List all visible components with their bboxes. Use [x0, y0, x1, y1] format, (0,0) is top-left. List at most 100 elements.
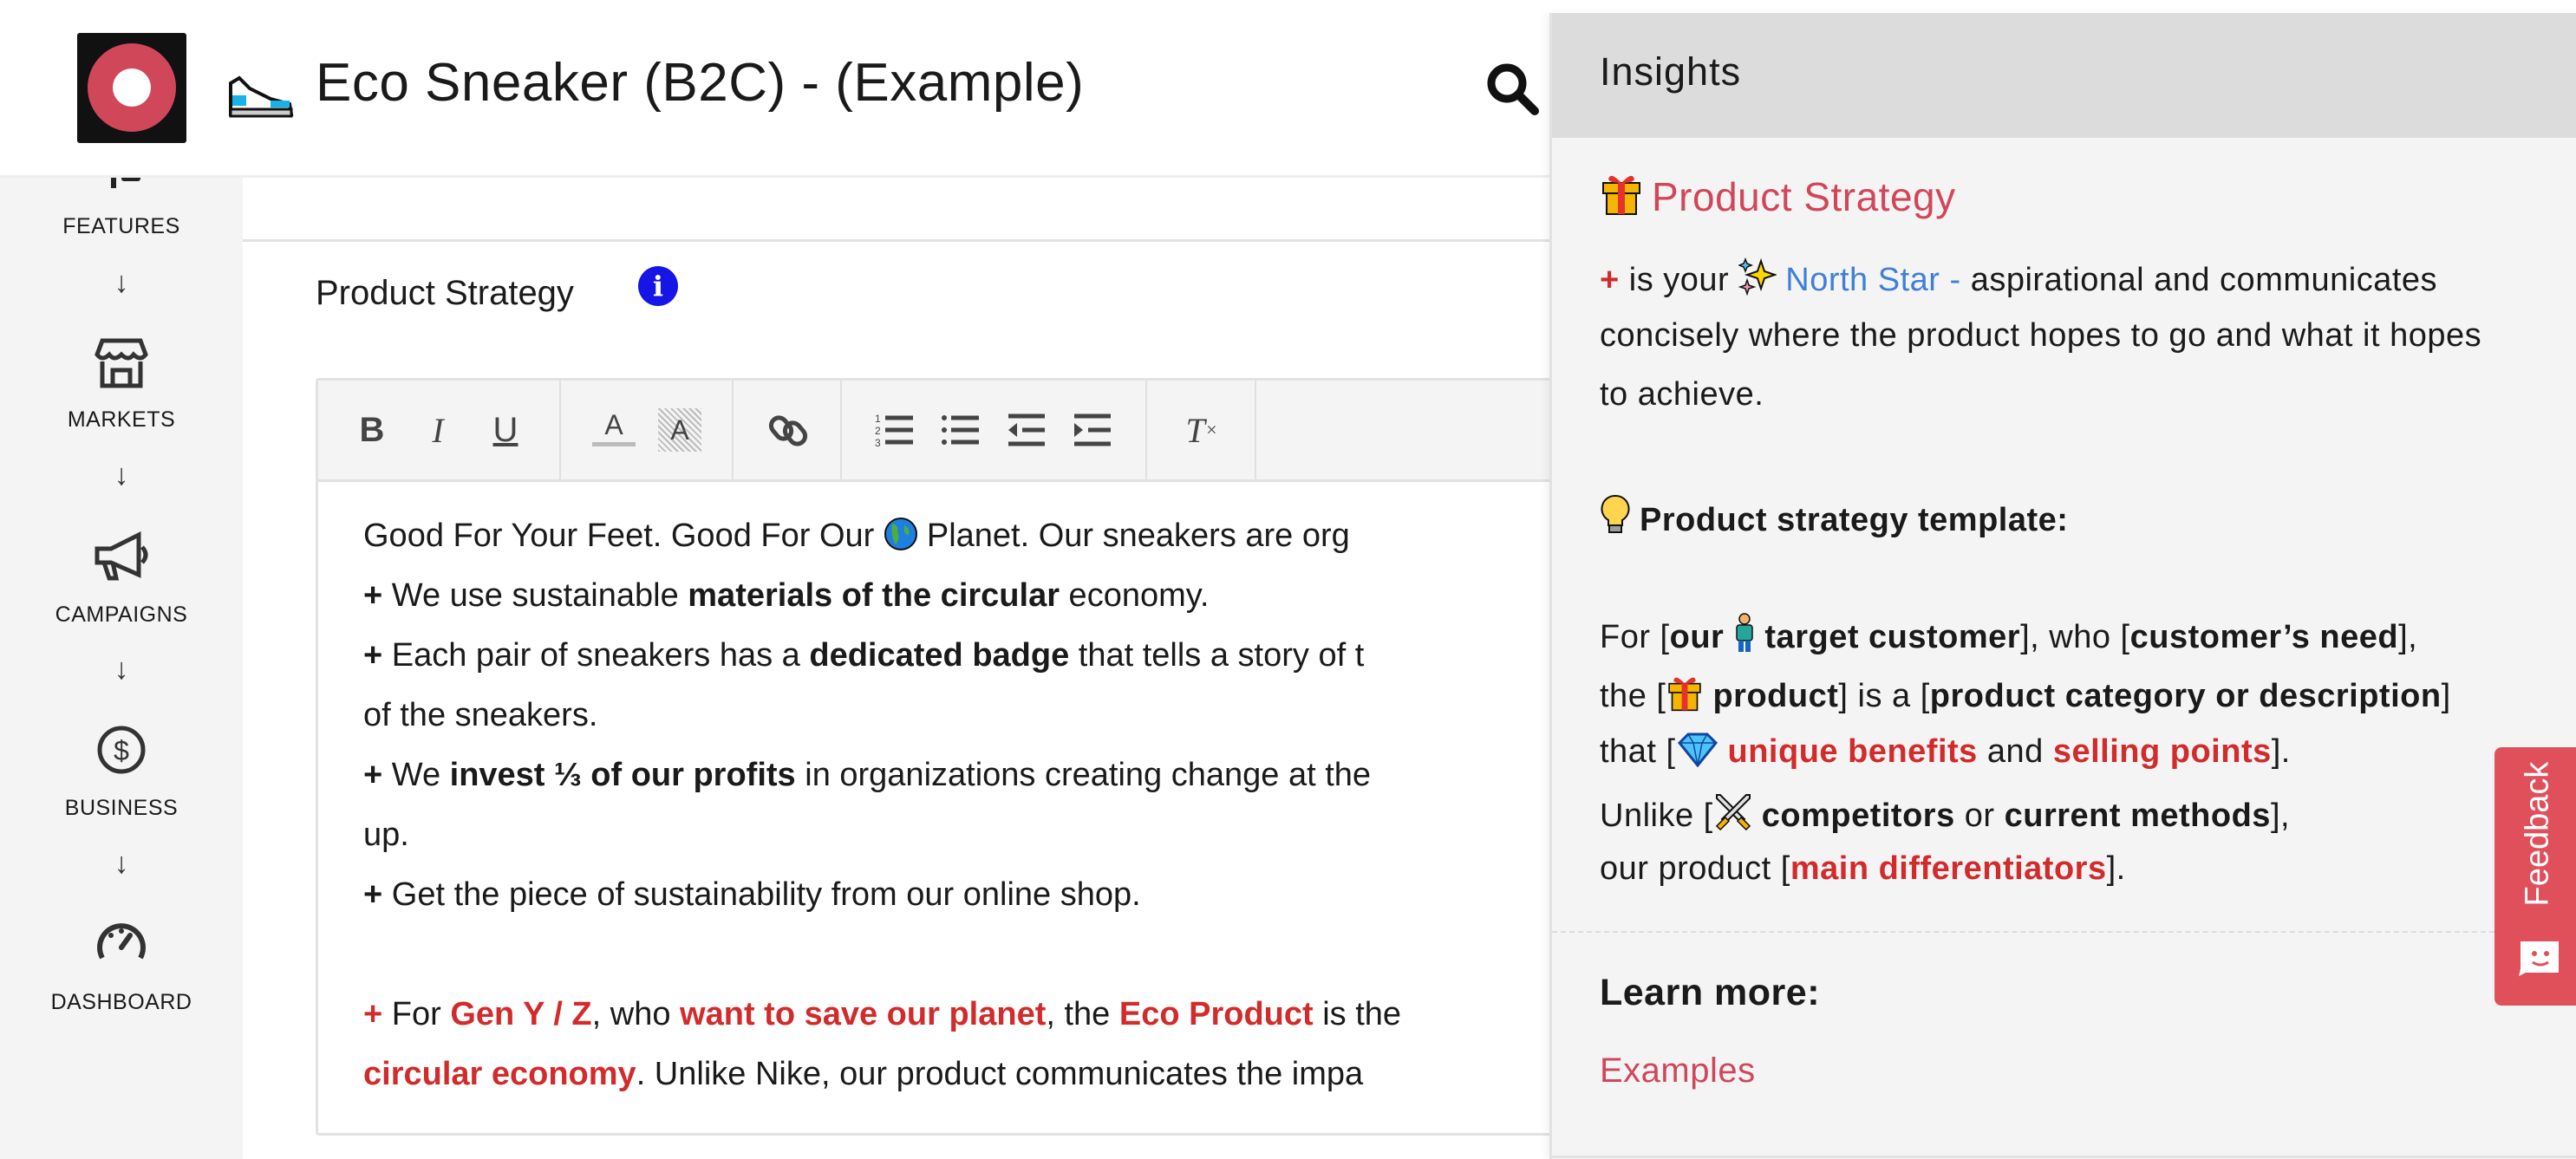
highlight-text: selling points [2052, 733, 2272, 770]
plus-marker: + [363, 876, 383, 913]
feedback-label: Feedback [2519, 761, 2556, 907]
sneaker-emoji-icon [229, 75, 294, 118]
editor-toolbar: B I U A A 123 T × [318, 381, 1614, 482]
template-title: Product strategy template: [1600, 494, 2068, 539]
italic-button[interactable]: I [416, 408, 460, 452]
bold-text: product category or description [1929, 678, 2442, 714]
project-title: Eco Sneaker (B2C) - (Example) [316, 53, 1085, 113]
font-color-button[interactable]: A [592, 408, 636, 446]
learn-more-heading: Learn more: [1600, 972, 1821, 1013]
text: our product [ [1600, 850, 1790, 887]
gift-emoji-icon [1602, 175, 1640, 215]
insights-title: Insights [1600, 49, 1742, 94]
bold-text: dedicated badge [809, 637, 1070, 674]
highlight-text: main differentiators [1790, 850, 2107, 887]
plus-marker: + [363, 757, 383, 793]
text: For [382, 996, 451, 1032]
crossed-swords-emoji-icon [1715, 794, 1751, 831]
sidebar-item-campaigns[interactable]: CAMPAIGNS [0, 602, 243, 628]
bullet-list-icon[interactable] [939, 408, 982, 452]
north-star-link[interactable]: North Star - [1785, 262, 1960, 298]
svg-text:3: 3 [875, 437, 881, 449]
feedback-tab[interactable]: Feedback [2494, 747, 2576, 1006]
template-title-text: Product strategy template: [1640, 502, 2069, 538]
link-icon[interactable] [766, 408, 810, 452]
bold-text: product [1712, 678, 1839, 714]
section-title: Product Strategy [316, 274, 574, 312]
highlight-text: Eco Product [1118, 996, 1314, 1032]
globe-emoji-icon [884, 518, 917, 550]
text: , who [591, 996, 681, 1032]
sidebar-item-business[interactable]: BUSINESS [0, 796, 243, 821]
sidebar-item-features[interactable]: FEATURES [0, 214, 243, 239]
text: is the [1313, 996, 1402, 1032]
megaphone-icon[interactable] [87, 530, 156, 582]
info-icon[interactable]: i [638, 266, 678, 306]
examples-link[interactable]: Examples [1600, 1052, 1756, 1091]
insights-paragraph: to achieve. [1600, 376, 1764, 413]
app-logo[interactable] [77, 33, 186, 143]
highlight-text: Gen Y / Z [450, 996, 592, 1032]
text: in organizations creating change at the [795, 757, 1372, 793]
editor-line: + Get the piece of sustainability from o… [363, 865, 1401, 925]
insights-header: Insights [1552, 13, 2576, 138]
gauge-icon[interactable] [87, 916, 156, 968]
insights-paragraph: concisely where the product hopes to go … [1600, 317, 2482, 354]
text: ], [2270, 798, 2291, 834]
arrow-down-icon: ↓ [114, 847, 129, 880]
highlight-button[interactable]: A [658, 408, 701, 452]
toolbar-separator [840, 381, 842, 479]
text: ], [2398, 619, 2418, 655]
template-line: the [product] is a [product category or … [1600, 672, 2451, 715]
store-icon[interactable] [87, 337, 156, 389]
text: Planet. Our sneakers are org [926, 518, 1350, 554]
text: that tells a story of t [1069, 637, 1365, 674]
panel-footer-border [1552, 1156, 2576, 1158]
bold-text: customer’s need [2129, 619, 2399, 655]
template-line: For [our target customer], who [customer… [1600, 613, 2417, 656]
clear-format-button[interactable]: T × [1180, 408, 1223, 452]
toolbar-separator [1255, 381, 1256, 479]
divider [1552, 931, 2576, 933]
plus-marker: + [363, 637, 383, 674]
dollar-circle-icon[interactable]: $ [87, 724, 156, 776]
highlight-text: circular economy [363, 1056, 636, 1092]
text: , the [1046, 996, 1119, 1032]
indent-icon[interactable] [1071, 408, 1114, 452]
sidebar-nav: FEATURES ↓ MARKETS ↓ CAMPAIGNS ↓ $ BUSIN… [0, 171, 243, 1159]
highlight-text: unique benefits [1727, 733, 1978, 770]
template-line: Unlike [competitors or current methods], [1600, 791, 2290, 835]
outdent-icon[interactable] [1005, 408, 1048, 452]
ordered-list-icon[interactable]: 123 [873, 408, 916, 452]
insights-heading: Product Strategy [1600, 169, 1956, 220]
insights-heading-text: Product Strategy [1652, 174, 1956, 219]
highlight-text: want to save our planet [680, 996, 1047, 1032]
clear-format-label: T [1185, 410, 1205, 450]
text: that [ [1600, 733, 1676, 770]
text: Each pair of sneakers has a [382, 637, 810, 674]
editor-blank-line [363, 925, 1401, 985]
text: economy. [1060, 577, 1210, 614]
svg-text:1: 1 [875, 413, 881, 425]
chat-face-icon [2519, 941, 2559, 976]
editor-line: + For Gen Y / Z, who want to save our pl… [363, 985, 1401, 1045]
plus-marker: + [363, 577, 383, 614]
text: . Unlike Nike, our product communicates … [636, 1056, 1364, 1092]
plus-marker: + [1600, 262, 1620, 298]
editor-line: of the sneakers. [363, 697, 598, 733]
person-emoji-icon [1736, 613, 1754, 652]
plus-marker: + [363, 996, 383, 1032]
sparkles-emoji-icon [1738, 257, 1777, 296]
search-icon[interactable] [1484, 61, 1540, 116]
insights-panel: Insights Product Strategy + is your Nort… [1549, 13, 2576, 1159]
rich-text-editor[interactable]: B I U A A 123 T × Good For Your Feet. Goo… [316, 378, 1616, 1136]
editor-content[interactable]: Good For Your Feet. Good For Our Planet.… [363, 506, 1401, 1104]
text: ]. [2271, 733, 2291, 770]
sidebar-item-dashboard[interactable]: DASHBOARD [0, 990, 243, 1015]
bold-button[interactable]: B [350, 408, 394, 452]
underline-button[interactable]: U [484, 408, 527, 452]
template-line: our product [main differentiators]. [1600, 850, 2126, 888]
sidebar-item-markets[interactable]: MARKETS [0, 407, 243, 433]
clear-x-icon: × [1204, 419, 1218, 440]
template-line: that [unique benefits and selling points… [1600, 733, 2291, 771]
